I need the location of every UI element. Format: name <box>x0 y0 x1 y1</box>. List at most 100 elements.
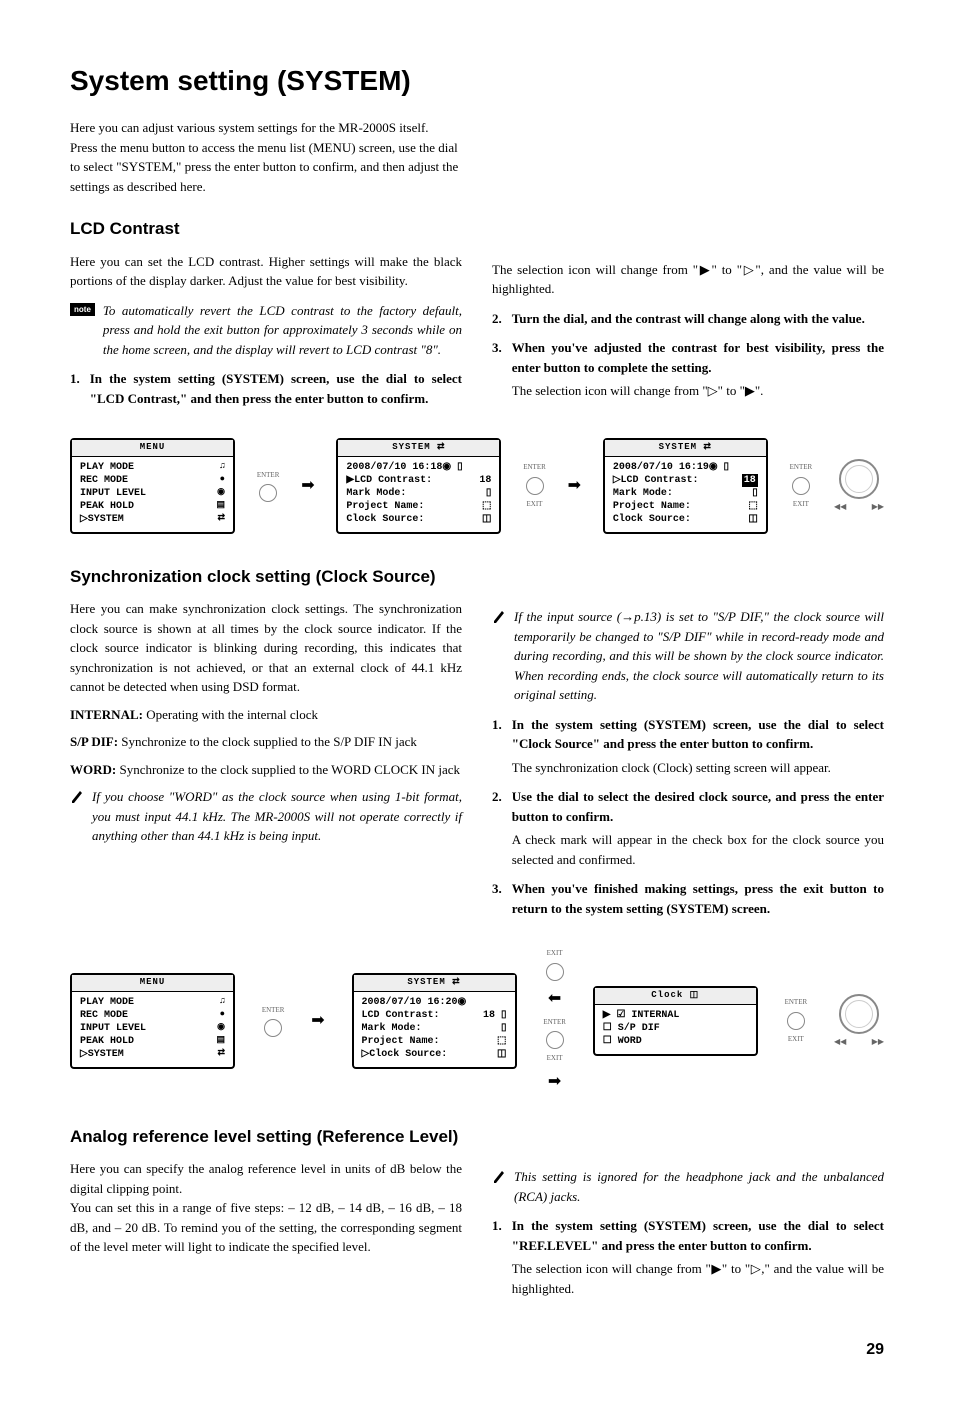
sync-p1: Here you can make synchronization clock … <box>70 599 462 697</box>
sync-internal: INTERNAL: Operating with the internal cl… <box>70 705 462 725</box>
step-text: In the system setting (SYSTEM) screen, u… <box>512 717 884 752</box>
sys-val: ▯ <box>752 487 758 500</box>
step-num: 2. <box>492 787 502 869</box>
sync-word: WORD: Synchronize to the clock supplied … <box>70 760 462 780</box>
enter-button-graphic: ENTER <box>262 1005 285 1038</box>
section-analog: Analog reference level setting (Referenc… <box>70 1124 884 1309</box>
sys-val: ⬚ <box>497 1035 506 1048</box>
step-num: 1. <box>492 1216 502 1298</box>
row-icon: ⇄ <box>217 513 225 526</box>
sync-screens-row: MENU PLAY MODE♫ REC MODE● INPUT LEVEL◉ P… <box>70 948 884 1094</box>
menu-row: INPUT LEVEL <box>80 487 146 500</box>
lcd-heading: LCD Contrast <box>70 216 884 242</box>
enter-button-graphic: ENTER EXIT <box>543 1017 566 1064</box>
clock-row: ☐ S/P DIF <box>603 1022 660 1035</box>
step-text: When you've adjusted the contrast for be… <box>512 340 884 375</box>
arrow-right-icon: ➡ <box>301 474 314 498</box>
arrow-right-icon: ➡ <box>311 1009 324 1033</box>
exit-button-graphic: EXIT <box>546 948 564 981</box>
arrow-left-icon: ⬅ <box>548 987 561 1011</box>
dial-icon <box>839 459 879 499</box>
sys-row: Project Name: <box>613 500 691 513</box>
menu-row: PEAK HOLD <box>80 1035 134 1048</box>
warn-text: This setting is ignored for the headphon… <box>514 1167 884 1206</box>
sys-row: Mark Mode: <box>346 487 406 500</box>
step-text: In the system setting (SYSTEM) screen, u… <box>512 1218 884 1253</box>
label: INTERNAL: <box>70 707 143 722</box>
screen-title: SYSTEM ⇄ <box>338 440 499 457</box>
clock-row: ☐ WORD <box>603 1035 642 1048</box>
analog-heading: Analog reference level setting (Referenc… <box>70 1124 884 1150</box>
menu-row: REC MODE <box>80 1009 128 1022</box>
prev-icon: ◀◀ <box>834 501 846 513</box>
row-icon: ● <box>220 474 225 487</box>
arrow-right-icon: ➡ <box>568 474 581 498</box>
section-lcd: LCD Contrast Here you can set the LCD co… <box>70 216 884 534</box>
lcd-note: note To automatically revert the LCD con… <box>70 301 462 360</box>
exit-label: EXIT <box>547 1053 563 1064</box>
circle-icon <box>787 1012 805 1030</box>
sync-step-1: 1. In the system setting (SYSTEM) screen… <box>492 715 884 778</box>
circle-icon <box>792 477 810 495</box>
row-icon: ♫ <box>220 461 225 474</box>
screen-title: SYSTEM ⇄ <box>605 440 766 457</box>
lcd-step-2: 2. Turn the dial, and the contrast will … <box>492 309 884 329</box>
row-icon: ▤ <box>216 1035 225 1048</box>
enter-label: ENTER <box>790 462 813 473</box>
system-screen-3: SYSTEM ⇄ 2008/07/10 16:20◉ LCD Contrast:… <box>352 973 517 1069</box>
prev-icon: ◀◀ <box>834 1036 846 1048</box>
section-sync: Synchronization clock setting (Clock Sou… <box>70 564 884 1094</box>
pencil-icon <box>492 1169 506 1183</box>
analog-warn: This setting is ignored for the headphon… <box>492 1167 884 1206</box>
step-note: The selection icon will change from "▷" … <box>512 381 884 401</box>
sys-row: Clock Source: <box>346 513 424 526</box>
sys-val: ⬚ <box>748 500 757 513</box>
intro-block: Here you can adjust various system setti… <box>70 118 470 196</box>
screen-title: SYSTEM ⇄ <box>354 975 515 992</box>
next-icon: ▶▶ <box>872 501 884 513</box>
exit-label: EXIT <box>527 499 543 510</box>
date-row: 2008/07/10 16:18◉ ▯ <box>346 461 462 474</box>
circle-icon <box>264 1019 282 1037</box>
sync-warn-1: If you choose "WORD" as the clock source… <box>70 787 462 846</box>
analog-p2: You can set this in a range of five step… <box>70 1198 462 1257</box>
step-note: A check mark will appear in the check bo… <box>512 830 884 869</box>
label-text: Operating with the internal clock <box>143 707 318 722</box>
system-screen-2: SYSTEM ⇄ 2008/07/10 16:19◉ ▯ ▷LCD Contra… <box>603 438 768 534</box>
step-note: The selection icon will change from "▶" … <box>512 1259 884 1298</box>
lcd-col2-p1: The selection icon will change from "▶" … <box>492 260 884 299</box>
sys-val: ◫ <box>482 513 491 526</box>
sys-row: Clock Source: <box>613 513 691 526</box>
lcd-screens-row: MENU PLAY MODE♫ REC MODE● INPUT LEVEL◉ P… <box>70 438 884 534</box>
label: WORD: <box>70 762 116 777</box>
dial-icon <box>839 994 879 1034</box>
row-icon: ◉ <box>217 1022 225 1035</box>
sys-row: Project Name: <box>346 500 424 513</box>
sync-heading: Synchronization clock setting (Clock Sou… <box>70 564 884 590</box>
menu-row: INPUT LEVEL <box>80 1022 146 1035</box>
sys-row: ▷LCD Contrast: <box>613 474 699 487</box>
pencil-icon <box>70 789 84 803</box>
step-num: 2. <box>492 309 502 329</box>
step-text: In the system setting (SYSTEM) screen, u… <box>90 369 462 408</box>
menu-row: PEAK HOLD <box>80 500 134 513</box>
sys-val: ◫ <box>748 513 757 526</box>
screen-title: MENU <box>72 440 233 457</box>
step-text: When you've finished making settings, pr… <box>512 879 884 918</box>
menu-row: ▷SYSTEM <box>80 513 124 526</box>
enter-label: ENTER <box>257 470 280 481</box>
sys-val: ⬚ <box>482 500 491 513</box>
menu-row: ▷SYSTEM <box>80 1048 124 1061</box>
warn-text: If you choose "WORD" as the clock source… <box>92 787 462 846</box>
label-text: Synchronize to the clock supplied to the… <box>116 762 460 777</box>
enter-button-graphic: ENTER <box>257 470 280 503</box>
exit-label: EXIT <box>788 1034 804 1045</box>
dial-graphic: ◀◀▶▶ <box>834 994 884 1048</box>
menu-row: PLAY MODE <box>80 461 134 474</box>
dial-graphic: ◀◀ ▶▶ <box>834 459 884 513</box>
sys-row: Mark Mode: <box>362 1022 422 1035</box>
exit-label: EXIT <box>793 499 809 510</box>
circle-icon <box>546 1031 564 1049</box>
sys-val: ◫ <box>497 1048 506 1061</box>
menu-row: REC MODE <box>80 474 128 487</box>
